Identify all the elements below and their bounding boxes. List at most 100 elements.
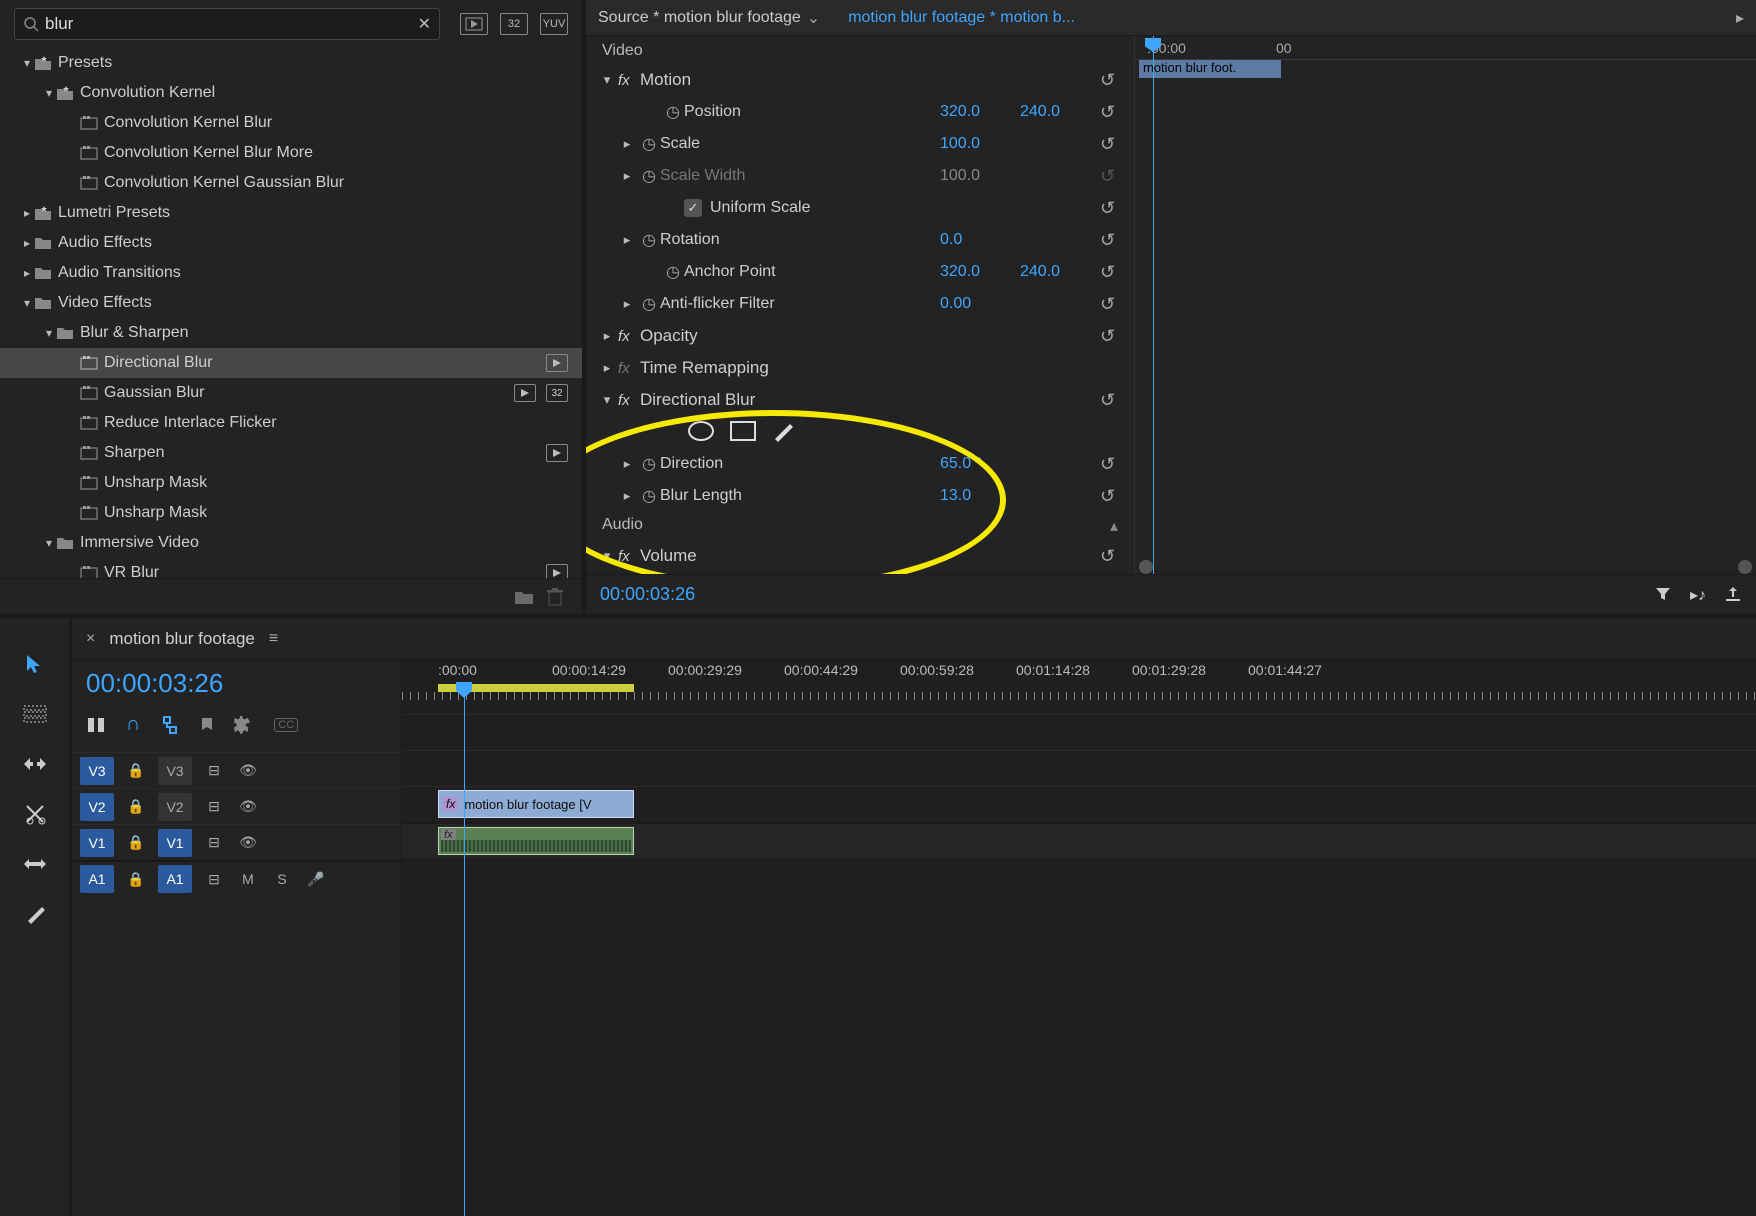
prop-rotation[interactable]: ▸◷Rotation0.0↻ [586,224,1134,256]
prop-position[interactable]: ◷Position320.0240.0↻ [586,96,1134,128]
timeline-timecode[interactable]: 00:00:03:26 [72,660,401,707]
ripple-edit-tool[interactable] [18,750,52,778]
reset-icon[interactable]: ↻ [1100,134,1124,155]
stopwatch-icon[interactable]: ◷ [638,134,660,154]
fx-badge-icon[interactable]: fx [618,328,640,345]
close-sequence-icon[interactable]: × [86,630,95,648]
fx-badge-icon[interactable]: fx [443,797,458,811]
source-patch-v1[interactable]: V1 [80,829,114,857]
sync-lock-icon[interactable]: ⊟ [202,865,226,893]
lock-icon[interactable]: 🔒 [124,829,148,857]
tree-vr-blur[interactable]: VR Blur [0,558,582,578]
lane-v3[interactable] [402,714,1756,750]
eye-icon[interactable]: 👁 [236,829,260,857]
reset-icon[interactable]: ↻ [1100,546,1124,567]
slip-tool[interactable] [18,850,52,878]
marker-icon[interactable] [200,716,214,734]
mute-button[interactable]: M [236,865,260,893]
32bit-filter[interactable]: 32 [500,13,528,35]
track-head-v3[interactable]: V3 🔒 V3 ⊟ 👁 [72,752,401,788]
prop-direction[interactable]: ▸◷Direction65.0 °↻ [586,448,1134,480]
sequence-clip-label[interactable]: motion blur footage * motion b... [848,9,1075,27]
lane-v2[interactable] [402,750,1756,786]
fx-volume-header[interactable]: ▾fxVolume↻ [586,540,1134,572]
mini-playhead[interactable] [1153,36,1154,574]
export-icon[interactable] [1724,585,1742,603]
fx-badge-icon[interactable]: fx [618,392,640,409]
sequence-title[interactable]: motion blur footage [109,629,255,649]
reset-icon[interactable]: ↻ [1100,262,1124,283]
target-v2[interactable]: V2 [158,793,192,821]
lock-icon[interactable]: 🔒 [124,865,148,893]
reset-icon[interactable]: ↻ [1100,294,1124,315]
target-a1[interactable]: A1 [158,865,192,893]
track-head-a1[interactable]: A1 🔒 A1 ⊟ M S 🎤 [72,860,401,896]
tree-blur-sharpen[interactable]: ▾Blur & Sharpen [0,318,582,348]
fx-time-remap-header[interactable]: ▸fxTime Remapping [586,352,1134,384]
source-patch-v2[interactable]: V2 [80,793,114,821]
collapse-up-icon[interactable]: ▴ [1110,516,1118,536]
reset-icon[interactable]: ↻ [1100,102,1124,123]
zoom-handle-right[interactable] [1738,560,1752,574]
search-input[interactable] [45,14,418,34]
value-direction[interactable]: 65.0 ° [940,455,1020,473]
target-v1[interactable]: V1 [158,829,192,857]
lane-a1[interactable]: fx [402,822,1756,858]
yuv-filter[interactable]: YUV [540,13,568,35]
prop-anchor[interactable]: ◷Anchor Point320.0240.0↻ [586,256,1134,288]
prop-scale[interactable]: ▸◷Scale100.0↻ [586,128,1134,160]
source-patch-a1[interactable]: A1 [80,865,114,893]
effect-mini-timeline[interactable]: :00:00 00 motion blur foot. [1134,36,1756,574]
filter-icon[interactable] [1654,585,1672,603]
reset-icon[interactable]: ↻ [1100,390,1124,411]
track-head-v1[interactable]: V1 🔒 V1 ⊟ 👁 [72,824,401,860]
ellipse-mask-icon[interactable] [688,421,714,441]
stopwatch-icon[interactable]: ◷ [638,486,660,506]
stopwatch-icon[interactable]: ◷ [638,454,660,474]
tree-preset-item[interactable]: Convolution Kernel Blur [0,108,582,138]
timeline-tracks[interactable]: :00:00 00:00:14:29 00:00:29:29 00:00:44:… [402,660,1756,1216]
eye-icon[interactable]: 👁 [236,757,260,785]
value-scale[interactable]: 100.0 [940,135,1020,153]
value-anchor-y[interactable]: 240.0 [1020,263,1100,281]
target-v3[interactable]: V3 [158,757,192,785]
lane-v1[interactable]: fxmotion blur footage [V [402,786,1756,822]
zoom-handle-left[interactable] [1139,560,1153,574]
tree-preset-item[interactable]: Convolution Kernel Blur More [0,138,582,168]
stopwatch-icon[interactable]: ◷ [638,230,660,250]
lock-icon[interactable]: 🔒 [124,757,148,785]
stopwatch-icon[interactable]: ◷ [638,294,660,314]
source-patch-v3[interactable]: V3 [80,757,114,785]
search-box[interactable]: ✕ [14,8,440,40]
reset-icon[interactable]: ↻ [1100,326,1124,347]
tree-video-effects[interactable]: ▾Video Effects [0,288,582,318]
time-ruler[interactable]: :00:00 00:00:14:29 00:00:29:29 00:00:44:… [402,660,1756,700]
value-rotation[interactable]: 0.0 [940,231,1020,249]
reset-icon[interactable]: ↻ [1100,454,1124,475]
fx-badge-icon[interactable]: fx [618,548,640,565]
clear-search-icon[interactable]: ✕ [418,14,431,34]
pen-mask-icon[interactable] [772,421,794,443]
eye-icon[interactable]: 👁 [236,793,260,821]
value-position-x[interactable]: 320.0 [940,103,1020,121]
tree-audio-effects[interactable]: ▸Audio Effects [0,228,582,258]
fx-badge-icon[interactable]: fx [618,72,640,89]
value-blur-length[interactable]: 13.0 [940,487,1020,505]
lock-icon[interactable]: 🔒 [124,793,148,821]
razor-tool[interactable] [18,800,52,828]
reset-icon[interactable]: ↻ [1100,70,1124,91]
voiceover-icon[interactable]: 🎤 [304,865,328,893]
sync-lock-icon[interactable]: ⊟ [202,757,226,785]
tree-sharpen[interactable]: Sharpen [0,438,582,468]
tree-audio-transitions[interactable]: ▸Audio Transitions [0,258,582,288]
reset-icon[interactable]: ↻ [1100,486,1124,507]
rect-mask-icon[interactable] [730,421,756,441]
video-clip[interactable]: fxmotion blur footage [V [438,790,634,818]
settings-icon[interactable] [234,715,254,735]
track-select-tool[interactable] [18,700,52,728]
tree-preset-item[interactable]: Convolution Kernel Gaussian Blur [0,168,582,198]
effect-timecode[interactable]: 00:00:03:26 [600,584,695,605]
sync-lock-icon[interactable]: ⊟ [202,829,226,857]
panel-menu-icon[interactable]: ≡ [269,630,278,648]
insert-mode-icon[interactable] [86,716,106,734]
